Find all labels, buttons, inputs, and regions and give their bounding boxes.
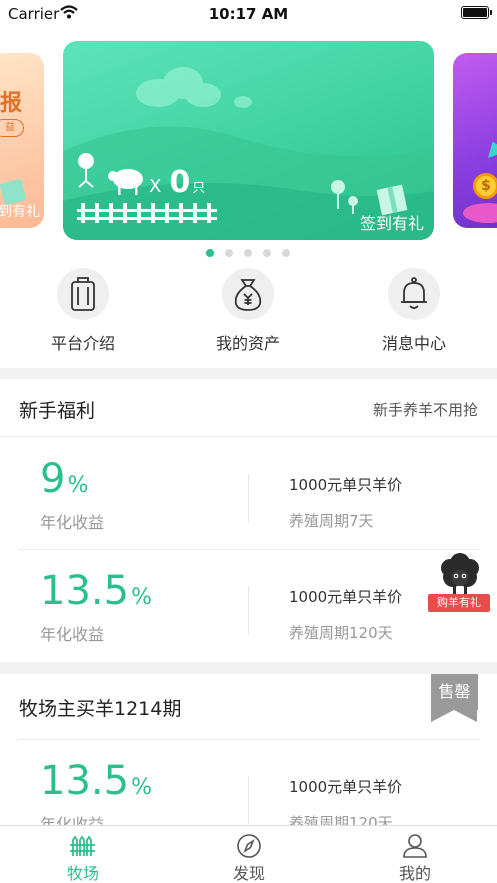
banner-left-title: 报 — [0, 91, 23, 116]
newbie-section: 新手福利 新手养羊不用抢 9% 年化收益 1000元单只羊价 养殖周期7天 13… — [0, 379, 497, 662]
rate-label: 年化收益 — [40, 815, 105, 825]
product-card[interactable]: 13.5% 年化收益 1000元单只羊价 养殖周期120天 — [18, 740, 479, 825]
carousel-dot[interactable] — [244, 249, 252, 257]
sold-out-label: 售罄 — [431, 674, 478, 710]
unit-price: 1000元单只羊价 — [289, 476, 403, 494]
section-header: 新手福利 新手养羊不用抢 — [0, 379, 497, 437]
divider — [248, 586, 249, 634]
quick-link-label: 消息中心 — [381, 334, 446, 353]
multiplier-label: X — [149, 176, 162, 197]
tab-ranch[interactable]: 牧场 — [0, 826, 166, 883]
banner-slide-previous[interactable]: 报 益 到有礼 — [0, 53, 44, 228]
carousel-dot[interactable] — [263, 249, 271, 257]
product-card[interactable]: 13.5% 年化收益 1000元单只羊价 养殖周期120天 — [18, 550, 479, 662]
status-bar: Carrier 10:17 AM — [0, 0, 497, 28]
rate-unit: % — [67, 473, 89, 498]
quick-link-label: 平台介绍 — [50, 334, 115, 353]
sheep-count-value: 0 — [169, 165, 191, 200]
section-title: 新手福利 — [19, 400, 96, 422]
breeding-period: 养殖周期7天 — [289, 512, 374, 530]
annual-rate: 13.5% — [40, 568, 152, 614]
product-card[interactable]: 9% 年化收益 1000元单只羊价 养殖周期7天 — [18, 438, 479, 550]
badge-label: 购羊有礼 — [428, 594, 490, 612]
compass-icon — [237, 834, 261, 858]
banner-slide-checkin[interactable]: X0只 签到有礼 — [63, 41, 434, 240]
money-bag-icon — [222, 268, 274, 320]
rate-label: 年化收益 — [40, 625, 105, 644]
carousel-dot[interactable] — [206, 249, 214, 257]
rate-value: 9 — [40, 456, 66, 502]
divider — [248, 776, 249, 824]
quick-link-label: 我的资产 — [215, 334, 280, 353]
tab-label: 发现 — [232, 864, 265, 883]
rate-value: 13.5 — [40, 568, 130, 614]
sheep-icon — [441, 553, 479, 594]
checkin-label: 签到有礼 — [359, 214, 424, 233]
carousel-dot[interactable] — [225, 249, 233, 257]
unit-price: 1000元单只羊价 — [289, 588, 403, 606]
rate-value: 13.5 — [40, 758, 130, 804]
rate-unit: % — [131, 585, 152, 610]
carousel-dot[interactable] — [282, 249, 290, 257]
sheep-count-unit: 只 — [192, 181, 206, 196]
annual-rate: 9% — [40, 456, 88, 502]
quick-link-platform-intro[interactable]: 平台介绍 — [23, 268, 143, 354]
tab-mine[interactable]: 我的 — [332, 826, 497, 883]
unit-price: 1000元单只羊价 — [289, 778, 403, 796]
tab-label: 我的 — [398, 864, 431, 883]
tab-bar: 牧场 发现 我的 — [0, 825, 497, 883]
farm-section: 牧场主买羊1214期 13.5% 年化收益 1000元单只羊价 养殖周期120天 — [0, 674, 497, 825]
tab-discover[interactable]: 发现 — [166, 826, 332, 883]
fence-icon — [70, 835, 95, 856]
battery-icon — [461, 6, 492, 19]
suitcase-icon — [57, 268, 109, 320]
divider — [248, 474, 249, 522]
section-title: 牧场主买羊1214期 — [19, 698, 182, 720]
annual-rate: 13.5% — [40, 758, 152, 804]
disc-decor-icon — [463, 203, 497, 223]
banner-left-text: 到有礼 — [0, 204, 40, 220]
coin-icon: $ — [473, 173, 497, 199]
person-icon — [403, 834, 427, 858]
section-header: 牧场主买羊1214期 — [0, 674, 497, 739]
quick-link-my-assets[interactable]: 我的资产 — [188, 268, 308, 354]
sheep-counter: X0只 — [149, 165, 205, 200]
sold-out-tag: 售罄 — [431, 674, 478, 722]
banner-area: 报 益 到有礼 X 0 只 签到有礼 $ 平台介绍 我的资产 消息中心 — [0, 28, 497, 368]
rate-unit: % — [131, 775, 152, 800]
bell-icon — [388, 268, 440, 320]
breeding-period: 养殖周期120天 — [289, 814, 393, 825]
banner-slide-next[interactable]: $ — [453, 53, 497, 228]
rate-label: 年化收益 — [40, 513, 105, 532]
breeding-period: 养殖周期120天 — [289, 624, 393, 642]
clock: 10:17 AM — [208, 5, 289, 23]
tab-label: 牧场 — [66, 864, 99, 883]
quick-link-message-center[interactable]: 消息中心 — [354, 268, 474, 354]
buy-sheep-gift-badge[interactable]: 购羊有礼 — [428, 550, 492, 616]
triangle-decor-icon — [483, 138, 497, 158]
banner-left-pill: 益 — [0, 119, 24, 137]
section-subtitle: 新手养羊不用抢 — [372, 401, 478, 419]
